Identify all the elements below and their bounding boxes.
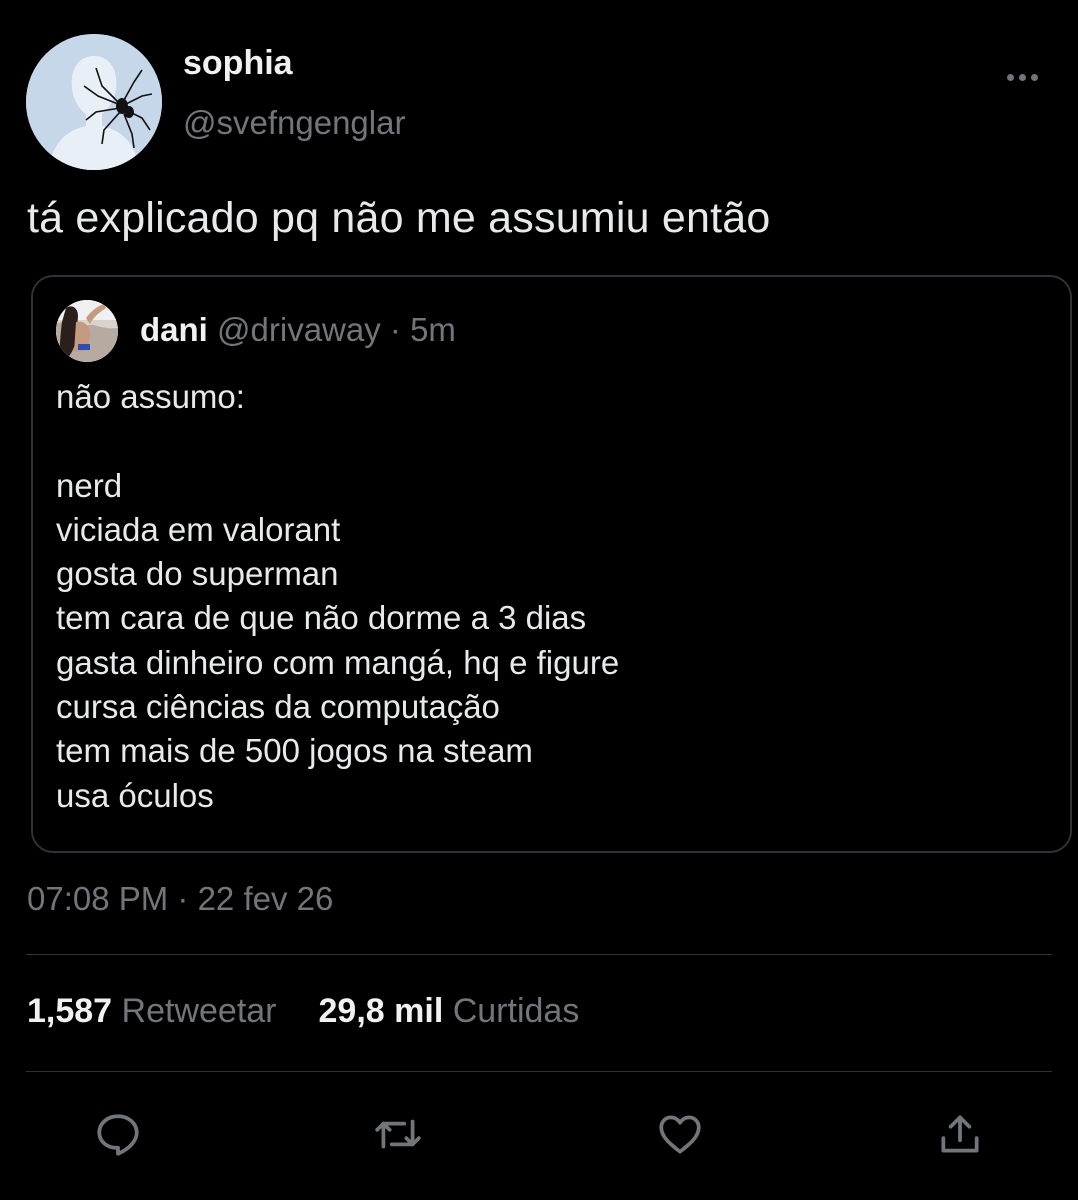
author-avatar[interactable]: [26, 34, 162, 170]
author-name[interactable]: sophia: [183, 44, 293, 83]
retweet-icon: [375, 1119, 421, 1149]
quoted-text-line: usa óculos: [56, 776, 214, 814]
quoted-text-line: cursa ciências da computação: [56, 688, 500, 726]
quoted-text-line: não assumo:: [56, 378, 245, 415]
quoted-author-name[interactable]: dani: [140, 311, 208, 348]
tweet-detail: sophia @svefngenglar tá explicado pq não…: [0, 0, 1078, 1200]
quoted-author-handle[interactable]: @drivaway: [217, 311, 381, 348]
retweets-label: Retweetar: [121, 992, 277, 1030]
dot: [1030, 73, 1038, 81]
quoted-text-line: nerd: [56, 466, 123, 504]
more-options-icon[interactable]: [996, 60, 1048, 94]
quoted-text-line: viciada em valorant: [56, 510, 341, 548]
author-handle[interactable]: @svefngenglar: [183, 104, 405, 142]
share-button[interactable]: [934, 1108, 986, 1160]
share-icon: [941, 1115, 979, 1153]
reply-icon: [97, 1114, 139, 1156]
like-button[interactable]: [654, 1108, 706, 1160]
retweets-count: 1,587: [27, 992, 113, 1030]
quoted-text-line: tem cara de que não dorme a 3 dias: [56, 599, 587, 637]
heart-icon: [659, 1115, 701, 1154]
quoted-tweet-header: dani @drivaway · 5m: [140, 311, 456, 349]
dot: [1006, 73, 1014, 81]
quoted-text-line: tem mais de 500 jogos na steam: [56, 732, 533, 770]
retweets-stat[interactable]: 1,587 Retweetar: [27, 992, 277, 1030]
tweet-text: tá explicado pq não me assumiu então: [27, 194, 771, 242]
divider: [26, 1071, 1052, 1072]
likes-count: 29,8 mil: [318, 992, 444, 1030]
quoted-tweet-text: não assumo: nerd viciada em valorant gos…: [56, 375, 619, 818]
quoted-text-line: [56, 419, 619, 463]
quoted-text-line: gosta do superman: [56, 555, 339, 593]
beach-photo-avatar-image: [56, 300, 118, 362]
divider: [26, 954, 1052, 955]
retweet-button[interactable]: [372, 1108, 424, 1160]
spider-avatar-image: [26, 34, 162, 170]
engagement-stats: 1,587 Retweetar 29,8 mil Curtidas: [27, 992, 579, 1031]
dot: [1018, 73, 1026, 81]
quoted-tweet[interactable]: dani @drivaway · 5m não assumo: nerd vic…: [31, 275, 1072, 853]
quoted-text-line: gasta dinheiro com mangá, hq e figure: [56, 643, 620, 681]
likes-label: Curtidas: [452, 992, 580, 1030]
tweet-timestamp[interactable]: 07:08 PM · 22 fev 26: [27, 880, 333, 918]
quoted-tweet-age[interactable]: 5m: [410, 311, 456, 348]
quoted-author-avatar[interactable]: [56, 300, 118, 362]
separator: ·: [380, 311, 411, 348]
likes-stat[interactable]: 29,8 mil Curtidas: [319, 992, 580, 1030]
reply-button[interactable]: [92, 1108, 144, 1160]
